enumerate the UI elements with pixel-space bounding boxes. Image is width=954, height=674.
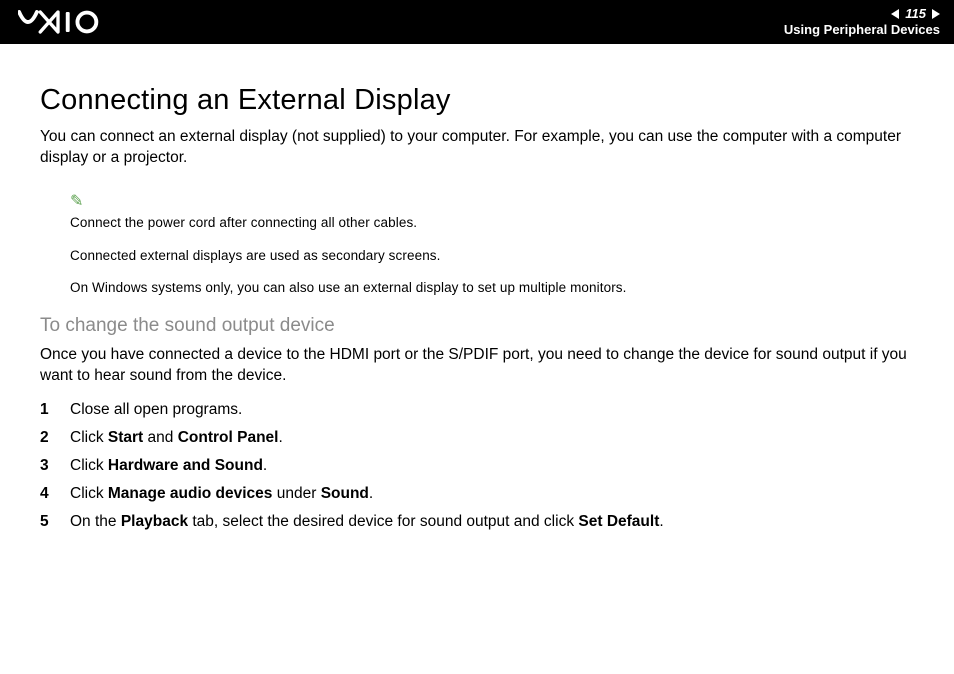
steps-list: Close all open programs. Click Start and… [40, 401, 914, 531]
note-line-3: On Windows systems only, you can also us… [70, 279, 914, 297]
header-bar: 115 Using Peripheral Devices [0, 0, 954, 44]
step-text: Close all open programs. [70, 401, 242, 419]
intro-paragraph: You can connect an external display (not… [40, 127, 914, 169]
step-4: Click Manage audio devices under Sound. [40, 485, 914, 503]
subheading-paragraph: Once you have connected a device to the … [40, 345, 914, 387]
subheading: To change the sound output device [40, 315, 914, 337]
page-number: 115 [905, 7, 926, 21]
header-right: 115 Using Peripheral Devices [784, 7, 940, 38]
prev-page-arrow-icon[interactable] [891, 9, 899, 19]
step-text: Click Hardware and Sound. [70, 457, 267, 475]
section-title: Using Peripheral Devices [784, 23, 940, 37]
step-5: On the Playback tab, select the desired … [40, 513, 914, 531]
step-text: Click Manage audio devices under Sound. [70, 485, 373, 503]
step-2: Click Start and Control Panel. [40, 429, 914, 447]
note-line-2: Connected external displays are used as … [70, 247, 914, 265]
step-3: Click Hardware and Sound. [40, 457, 914, 475]
notes-block: ✎ Connect the power cord after connectin… [70, 191, 914, 297]
step-text: Click Start and Control Panel. [70, 429, 283, 447]
step-text: On the Playback tab, select the desired … [70, 513, 664, 531]
step-1: Close all open programs. [40, 401, 914, 419]
page-title: Connecting an External Display [40, 84, 914, 117]
note-line-1: Connect the power cord after connecting … [70, 214, 914, 232]
page-navigator: 115 [891, 7, 940, 21]
vaio-logo [18, 10, 118, 34]
note-icon: ✎ [70, 191, 83, 213]
page-content: Connecting an External Display You can c… [0, 44, 954, 531]
next-page-arrow-icon[interactable] [932, 9, 940, 19]
